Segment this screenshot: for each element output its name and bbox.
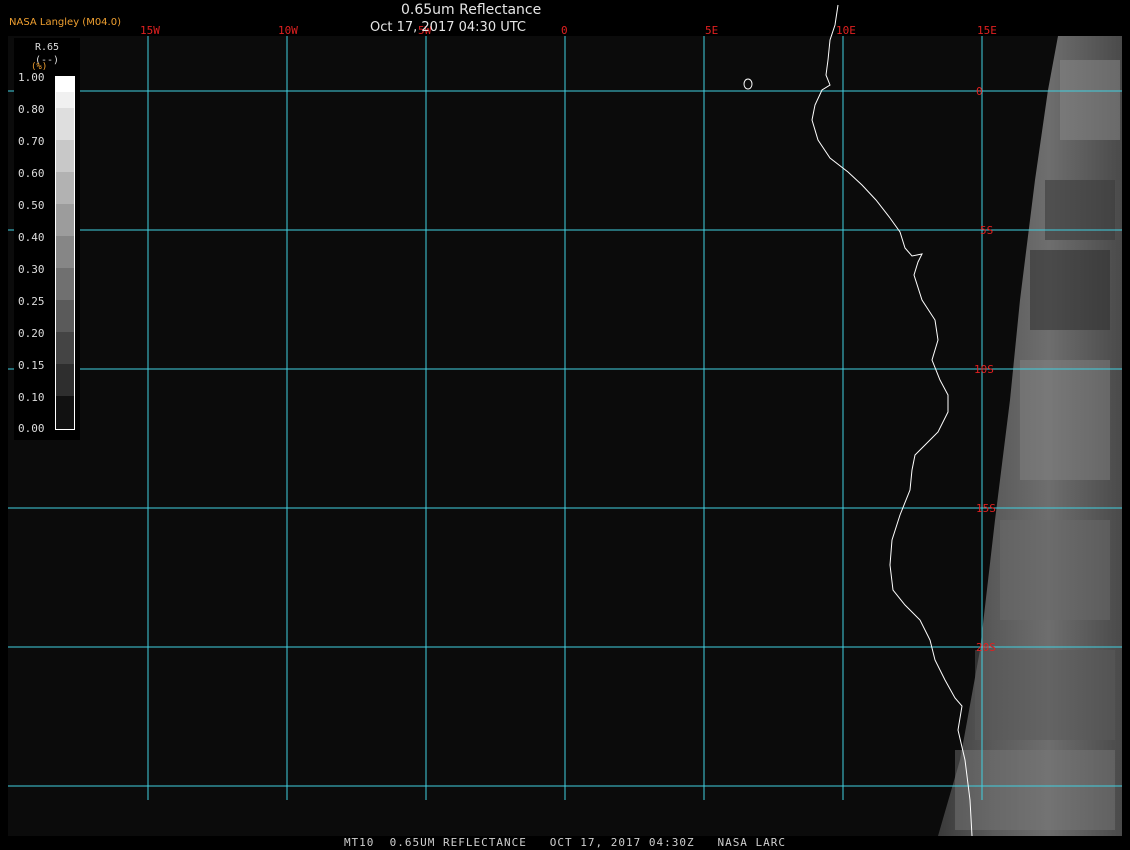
legend-colorbar bbox=[55, 76, 75, 430]
footer-caption: MT10 0.65UM REFLECTANCE OCT 17, 2017 04:… bbox=[343, 836, 787, 849]
lat-label: 0 bbox=[976, 85, 983, 98]
legend-tick-label: 0.60 bbox=[18, 167, 45, 180]
legend-tick-label: 0.50 bbox=[18, 199, 45, 212]
lon-label: 15W bbox=[140, 24, 160, 37]
legend-variable: R.65 bbox=[34, 42, 60, 53]
lon-label: 0 bbox=[561, 24, 568, 37]
lat-label: 15S bbox=[976, 502, 996, 515]
legend-tick-label: 0.80 bbox=[18, 103, 45, 116]
legend-tick-label: 0.30 bbox=[18, 263, 45, 276]
legend-tick-label: 0.20 bbox=[18, 327, 45, 340]
credit-label: NASA Langley (M04.0) bbox=[9, 17, 121, 28]
lon-label: 10E bbox=[836, 24, 856, 37]
legend-tick-label: 0.00 bbox=[18, 422, 45, 435]
lon-label: 10W bbox=[278, 24, 298, 37]
image-datetime: Oct 17, 2017 04:30 UTC bbox=[370, 20, 526, 35]
lat-label: 5S bbox=[980, 224, 993, 237]
image-title: 0.65um Reflectance bbox=[401, 2, 542, 18]
legend-tick-label: 0.40 bbox=[18, 231, 45, 244]
legend-tick-label: 0.25 bbox=[18, 295, 45, 308]
legend-tick-label: 0.10 bbox=[18, 391, 45, 404]
legend-tick-label: 1.00 bbox=[18, 71, 45, 84]
lat-label: 20S bbox=[976, 641, 996, 654]
legend-tick-label: 0.70 bbox=[18, 135, 45, 148]
lat-label: 10S bbox=[974, 363, 994, 376]
lon-label: 15E bbox=[977, 24, 997, 37]
satellite-map: 15W 10W 5W 0 5E 10E 15E 0 5S 10S 15S 20S bbox=[0, 0, 1130, 850]
color-legend: R.65 (--) (%) 1.00 0.80 0.70 0.60 0.50 0.40 0.… bbox=[14, 38, 80, 440]
legend-tick-label: 0.15 bbox=[18, 359, 45, 372]
lon-label: 5E bbox=[705, 24, 718, 37]
